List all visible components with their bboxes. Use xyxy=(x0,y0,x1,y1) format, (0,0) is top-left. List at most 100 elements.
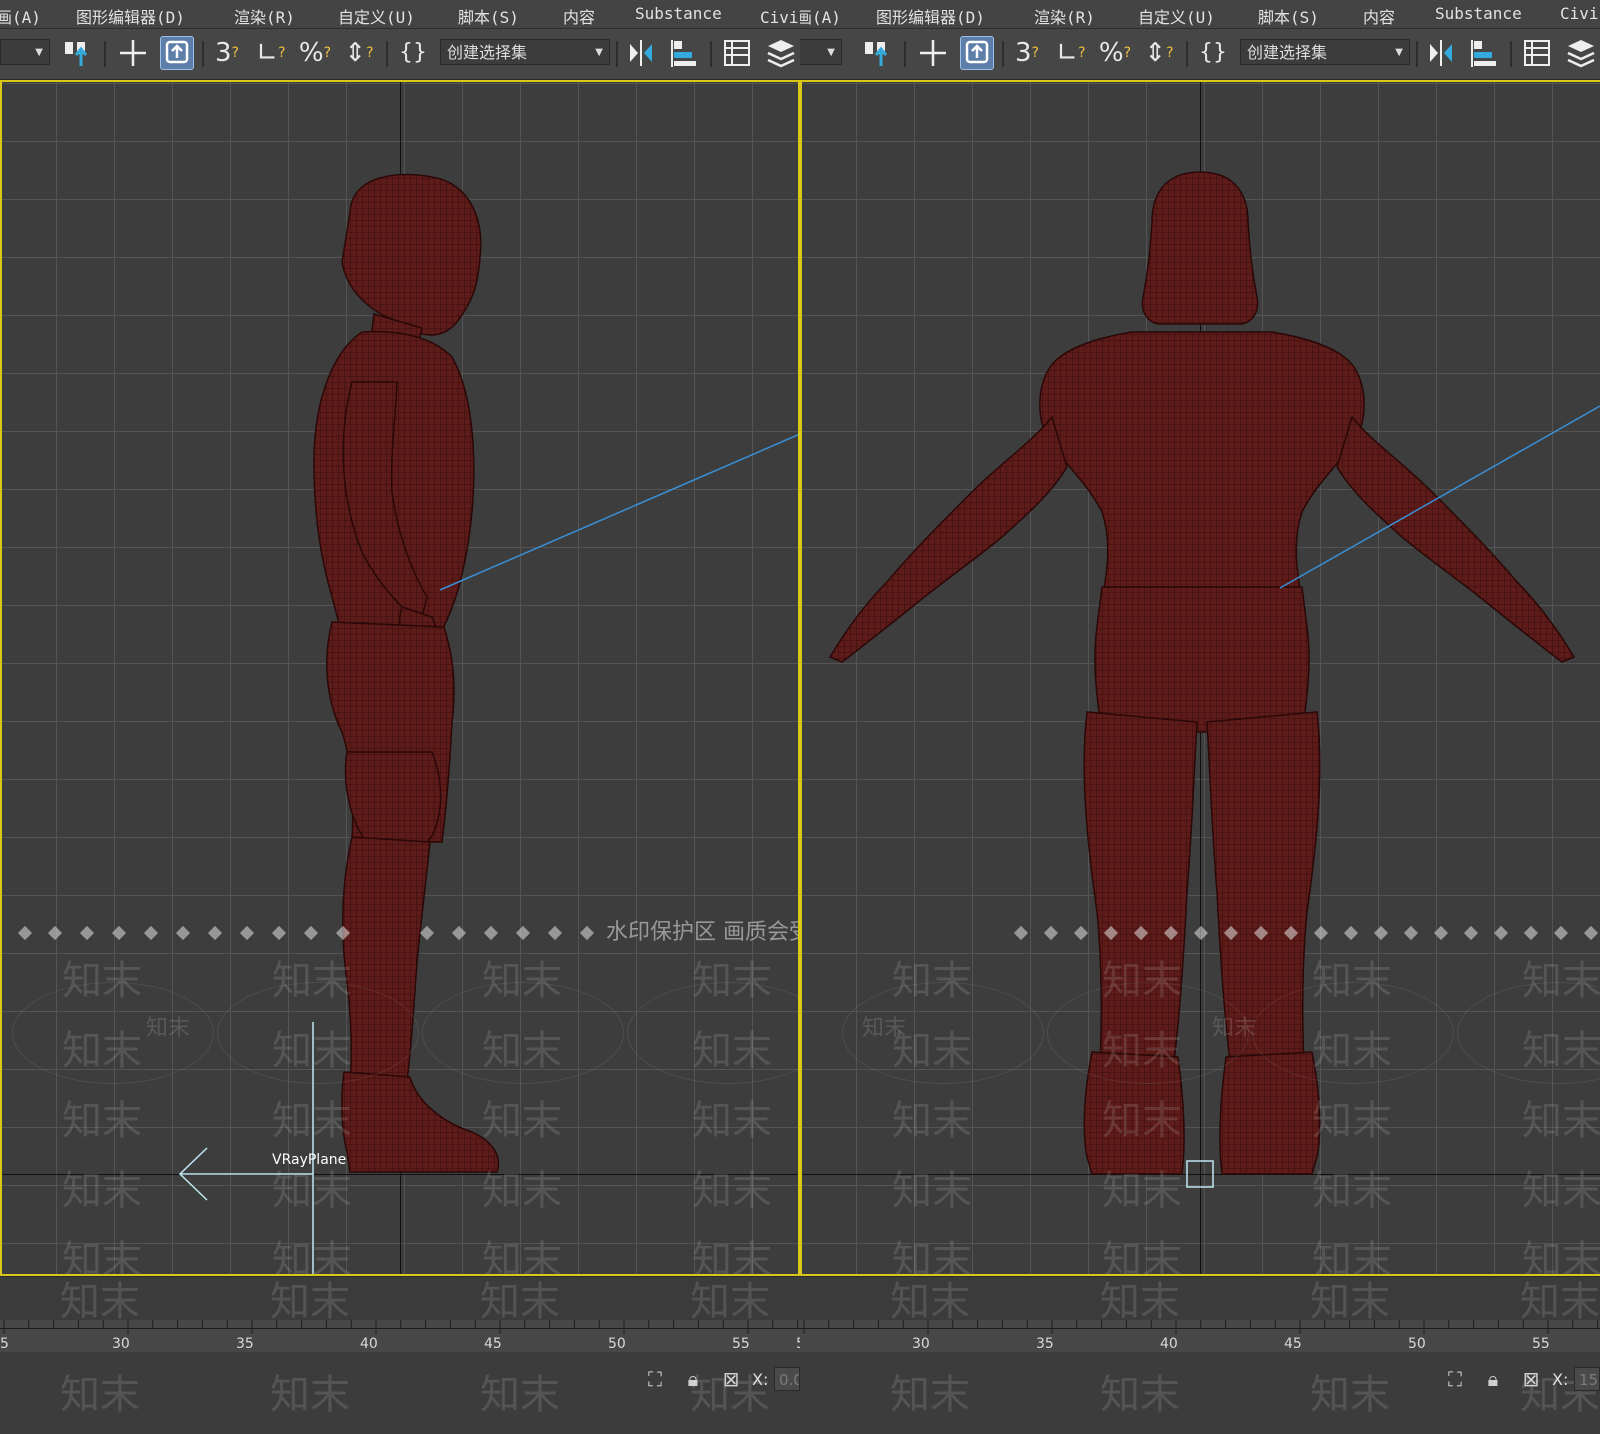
scene-explorer-icon[interactable] xyxy=(1520,36,1554,70)
watermark-tile: 知末 xyxy=(1102,1168,1182,1214)
menu-graph-editors[interactable]: 图形编辑器(D) xyxy=(76,4,185,28)
percent-snap-label: % xyxy=(298,38,324,68)
menu-customize[interactable]: 自定义(U) xyxy=(338,4,415,28)
snap-3d-toggle-icon[interactable]: 3? xyxy=(210,36,244,70)
watermark-tile: 知末 xyxy=(692,1168,772,1214)
menu-content[interactable]: 内容 xyxy=(1363,4,1395,28)
watermark-tile: 知末 xyxy=(892,1168,972,1214)
spinner-snap-toggle-icon[interactable]: ⇕? xyxy=(1142,36,1176,70)
select-and-link-icon[interactable] xyxy=(860,36,894,70)
select-and-move-icon[interactable] xyxy=(116,36,150,70)
percent-snap-label: % xyxy=(1098,38,1124,68)
pivot-marker[interactable] xyxy=(1186,1160,1214,1188)
status-bar: 知末 知末 知末 知末 xyxy=(800,1352,1600,1434)
edit-named-selection-sets-icon[interactable]: {} xyxy=(396,36,430,70)
mirror-icon[interactable] xyxy=(1424,36,1458,70)
toolbar-separator xyxy=(710,41,712,67)
watermark-tile: 知末 xyxy=(1312,1168,1392,1214)
lock-icon[interactable]: 🔒︎ xyxy=(1480,1366,1506,1392)
tick-label: 45 xyxy=(484,1336,502,1352)
watermark-tile: 知末 xyxy=(62,1168,142,1214)
watermark-tile: 知末 xyxy=(270,1372,350,1418)
isolate-selection-icon[interactable]: ⛶ xyxy=(1442,1366,1468,1392)
menu-civil[interactable]: Civi xyxy=(1560,4,1599,23)
tick-label: 30 xyxy=(912,1336,930,1352)
edit-named-sets-label: {} xyxy=(1199,40,1227,65)
watermark-tile: 知末 xyxy=(1522,1098,1600,1144)
spinner-snap-toggle-icon[interactable]: ⇕? xyxy=(342,36,376,70)
selection-filter-dropdown[interactable]: ▼ xyxy=(800,39,842,65)
isolate-selection-icon[interactable]: ⛶ xyxy=(642,1366,668,1392)
snap-3d-label: 3 xyxy=(1015,38,1032,68)
watermark-tile: 知末 xyxy=(890,1372,970,1418)
align-icon[interactable] xyxy=(668,36,702,70)
watermark-banner-text: 水印保护区 画质会受到部分影响 xyxy=(606,920,798,945)
menu-rendering[interactable]: 渲染(R) xyxy=(1034,4,1095,28)
toolbar-separator xyxy=(1510,41,1512,67)
x-coord-field[interactable]: 159 xyxy=(1574,1367,1600,1391)
mirror-icon[interactable] xyxy=(624,36,658,70)
snap-3d-toggle-icon[interactable]: 3? xyxy=(1010,36,1044,70)
tick-label: 55 xyxy=(1532,1336,1550,1352)
percent-snap-toggle-icon[interactable]: %? xyxy=(298,36,332,70)
tick-label: 35 xyxy=(236,1336,254,1352)
named-selection-set-dropdown[interactable]: 创建选择集 ▼ xyxy=(1240,39,1410,65)
edit-named-sets-label: {} xyxy=(399,40,427,65)
layer-explorer-icon[interactable] xyxy=(1564,36,1598,70)
x-coord-label: X: xyxy=(752,1370,769,1389)
angle-snap-label: ∟ xyxy=(256,38,279,68)
chevron-down-icon: ▼ xyxy=(827,47,835,58)
tick-label: 40 xyxy=(360,1336,378,1352)
tick-label: 45 xyxy=(1284,1336,1302,1352)
select-and-link-icon[interactable] xyxy=(60,36,94,70)
named-selection-set-dropdown[interactable]: 创建选择集 ▼ xyxy=(440,39,610,65)
watermark-ellipse xyxy=(1252,982,1454,1084)
watermark-tile: 知末 xyxy=(482,1098,562,1144)
watermark-ellipse xyxy=(1047,982,1249,1084)
select-object-icon[interactable] xyxy=(160,36,194,70)
menu-scripting[interactable]: 脚本(S) xyxy=(1258,4,1319,28)
toolbar-separator xyxy=(904,41,906,67)
menu-scripting[interactable]: 脚本(S) xyxy=(458,4,519,28)
menu-civil[interactable]: Civil画(A) xyxy=(760,4,800,28)
scene-explorer-icon[interactable] xyxy=(720,36,754,70)
spinner-superscript: ? xyxy=(1166,45,1174,61)
absolute-mode-icon[interactable]: ⊠ xyxy=(718,1366,744,1392)
layer-explorer-icon[interactable] xyxy=(764,36,798,70)
select-and-move-icon[interactable] xyxy=(916,36,950,70)
menu-rendering[interactable]: 渲染(R) xyxy=(234,4,295,28)
percent-snap-toggle-icon[interactable]: %? xyxy=(1098,36,1132,70)
angle-snap-toggle-icon[interactable]: ∟? xyxy=(1054,36,1088,70)
watermark-tile: 知末 xyxy=(892,1098,972,1144)
selection-filter-dropdown[interactable]: ▼ xyxy=(0,39,50,65)
watermark-tile: 知末 xyxy=(482,1168,562,1214)
menu-animation[interactable]: 画(A) xyxy=(800,4,841,28)
angle-superscript: ? xyxy=(1078,45,1086,61)
watermark-tile: 知末 xyxy=(1310,1372,1390,1418)
edit-named-selection-sets-icon[interactable]: {} xyxy=(1196,36,1230,70)
menu-graph-editors[interactable]: 图形编辑器(D) xyxy=(876,4,985,28)
watermark-tile: 知末 xyxy=(1102,1098,1182,1144)
ruler-ticks xyxy=(803,1320,1599,1334)
tick-label: 5 xyxy=(0,1336,9,1352)
absolute-mode-icon[interactable]: ⊠ xyxy=(1518,1366,1544,1392)
viewport-left[interactable]: VRayPlane 水印保护区 画质会受到部分影响 知末 知末 知末 知末 知末… xyxy=(0,80,800,1276)
align-icon[interactable] xyxy=(1468,36,1502,70)
percent-superscript: ? xyxy=(323,45,332,61)
menu-content[interactable]: 内容 xyxy=(563,4,595,28)
watermark-tile: 知末 xyxy=(272,1098,352,1144)
angle-snap-toggle-icon[interactable]: ∟? xyxy=(254,36,288,70)
watermark-tile: 知末 xyxy=(272,1168,352,1214)
menu-customize[interactable]: 自定义(U) xyxy=(1138,4,1215,28)
viewport-right[interactable]: 知末 知末 知末 知末 知末 知末 知末 知末 知末 知末 知末 知末 知末 知… xyxy=(800,80,1600,1276)
select-object-icon[interactable] xyxy=(960,36,994,70)
tick-label: 40 xyxy=(1160,1336,1178,1352)
snap-3d-label: 3 xyxy=(215,38,232,68)
lock-icon[interactable]: 🔒︎ xyxy=(680,1366,706,1392)
spinner-snap-label: ⇕ xyxy=(344,38,367,68)
menu-substance[interactable]: Substance xyxy=(1435,4,1522,23)
menu-animation[interactable]: 画(A) xyxy=(0,4,41,28)
angle-snap-label: ∟ xyxy=(1056,38,1079,68)
x-coord-field[interactable]: 0.0 xyxy=(774,1367,800,1391)
menu-substance[interactable]: Substance xyxy=(635,4,722,23)
